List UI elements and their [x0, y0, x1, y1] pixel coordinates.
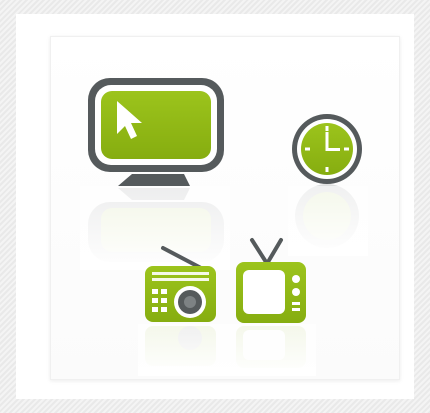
clock-icon — [292, 114, 362, 184]
computer-monitor-icon — [88, 78, 224, 186]
media-icons-illustration — [80, 78, 368, 376]
